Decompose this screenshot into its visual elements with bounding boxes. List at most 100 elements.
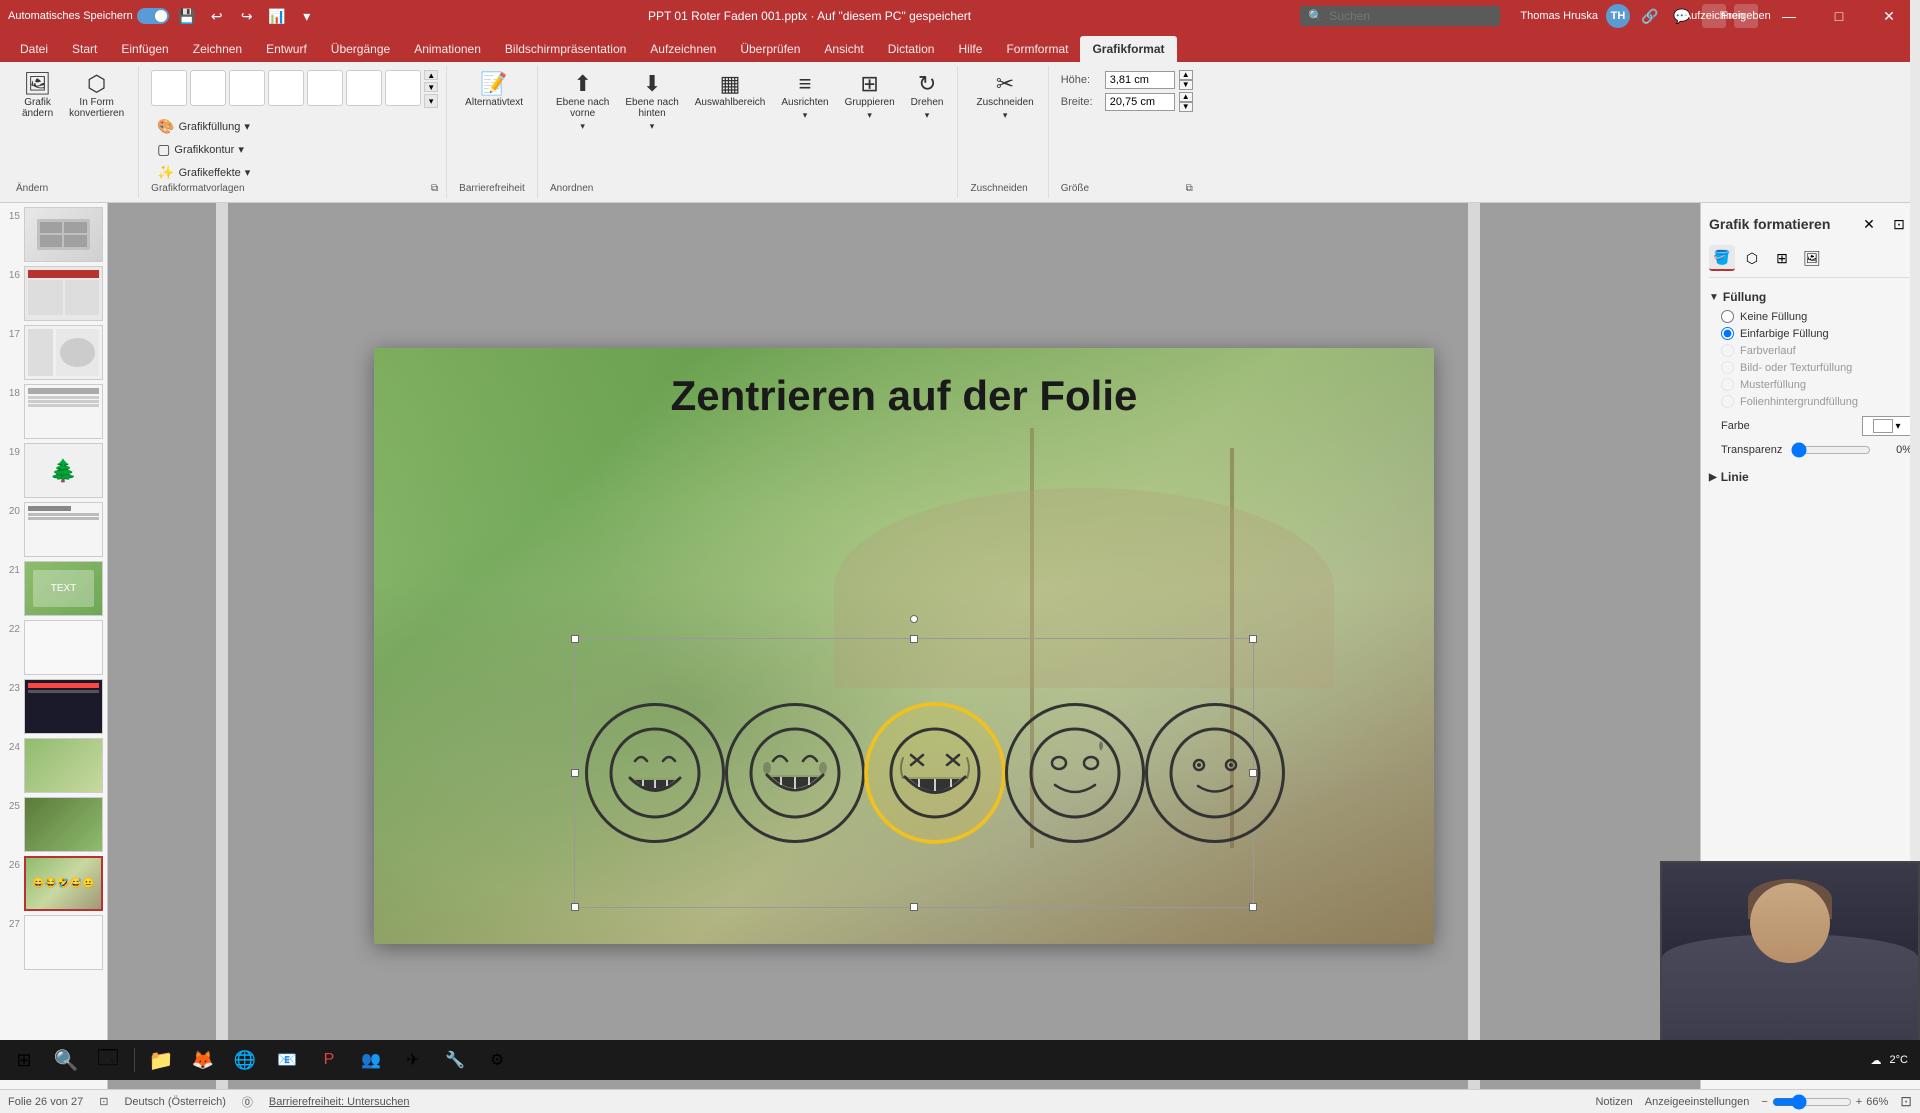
emoji-5[interactable] — [1145, 703, 1285, 843]
in-form-konvertieren-button[interactable]: ⬡ In Formkonvertieren — [63, 70, 130, 122]
tab-hilfe[interactable]: Hilfe — [946, 36, 994, 62]
tab-aufzeichnen[interactable]: Aufzeichnen — [638, 36, 728, 62]
taskbar-teams-button[interactable]: 👥 — [351, 1040, 391, 1080]
color-dropdown-arrow[interactable]: ▾ — [1895, 421, 1900, 432]
taskbar-powerpoint-button[interactable]: P — [309, 1040, 349, 1080]
slide-thumb-15[interactable]: 15 — [4, 207, 103, 262]
folie-option[interactable]: Folienhintergrundfüllung — [1721, 393, 1912, 410]
shape-preset-6[interactable] — [346, 70, 382, 106]
slide-thumb-16[interactable]: 16 — [4, 266, 103, 321]
slide-thumb-22[interactable]: 22 — [4, 620, 103, 675]
redo-icon[interactable]: ↪ — [235, 4, 259, 28]
width-up[interactable]: ▲ — [1179, 92, 1193, 102]
tab-animationen[interactable]: Animationen — [402, 36, 493, 62]
handle-bottom-center[interactable] — [910, 903, 918, 911]
drehen-button[interactable]: ↻ Drehen ▾ — [905, 70, 950, 124]
left-scroll[interactable] — [216, 203, 228, 1089]
close-button[interactable]: ✕ — [1866, 0, 1912, 32]
slide-img-15[interactable] — [24, 207, 103, 262]
slide-thumb-24[interactable]: 24 — [4, 738, 103, 793]
bild-option[interactable]: Bild- oder Texturfüllung — [1721, 359, 1912, 376]
slide-img-21[interactable]: TEXT — [24, 561, 103, 616]
slide-thumb-19[interactable]: 19 🌲 — [4, 443, 103, 498]
taskbar-search-button[interactable]: 🔍 — [46, 1040, 86, 1080]
slide-thumb-20[interactable]: 20 — [4, 502, 103, 557]
handle-bottom-left[interactable] — [571, 903, 579, 911]
width-input[interactable] — [1105, 93, 1175, 111]
shape-preset-1[interactable] — [151, 70, 187, 106]
farbverlauf-option[interactable]: Farbverlauf — [1721, 342, 1912, 359]
tab-zeichnen[interactable]: Zeichnen — [181, 36, 254, 62]
emojis-container[interactable] — [574, 638, 1254, 908]
slide-img-18[interactable] — [24, 384, 103, 439]
fit-btn[interactable]: ⊡ — [1900, 1093, 1912, 1110]
panel-move-button[interactable]: ⊡ — [1886, 211, 1912, 237]
zoom-out-btn[interactable]: − — [1761, 1096, 1767, 1108]
groesse-expand[interactable]: ⧉ — [1186, 183, 1193, 194]
tab-grafikformat[interactable]: Grafikformat — [1080, 36, 1176, 62]
emoji-3[interactable] — [865, 703, 1005, 843]
taskbar-widgets-button[interactable]: 🗔 — [88, 1040, 128, 1080]
height-up[interactable]: ▲ — [1179, 70, 1193, 80]
tab-formformat[interactable]: Formformat — [994, 36, 1080, 62]
slide-thumb-21[interactable]: 21 TEXT — [4, 561, 103, 616]
shape-preset-2[interactable] — [190, 70, 226, 106]
handle-top-right[interactable] — [1249, 635, 1257, 643]
user-avatar[interactable]: TH — [1606, 4, 1630, 28]
shape-preset-3[interactable] — [229, 70, 265, 106]
slide-img-20[interactable] — [24, 502, 103, 557]
rotate-handle[interactable] — [910, 615, 918, 623]
handle-top-left[interactable] — [571, 635, 579, 643]
slide-img-25[interactable] — [24, 797, 103, 852]
taskbar-chrome-button[interactable]: 🌐 — [225, 1040, 265, 1080]
display-settings-label[interactable]: Anzeigeeinstellungen — [1645, 1096, 1750, 1108]
slide-img-23[interactable] — [24, 679, 103, 734]
accessibility-label[interactable]: Barrierefreiheit: Untersuchen — [269, 1096, 410, 1108]
taskbar-outlook-button[interactable]: 📧 — [267, 1040, 307, 1080]
slide-img-24[interactable] — [24, 738, 103, 793]
tab-uebergaenge[interactable]: Übergänge — [319, 36, 402, 62]
gruppieren-button[interactable]: ⊞ Gruppieren ▾ — [839, 70, 901, 124]
preset-up[interactable]: ▲ — [424, 70, 438, 80]
search-input[interactable] — [1329, 9, 1489, 23]
grafikkontur-button[interactable]: ▢ Grafikkontur ▾ — [151, 139, 256, 160]
slide-img-26[interactable]: 😄😂🤣😅😐 — [24, 856, 103, 911]
grafikfuellung-button[interactable]: 🎨 Grafikfüllung ▾ — [151, 116, 256, 137]
slide-thumb-17[interactable]: 17 — [4, 325, 103, 380]
emoji-2[interactable] — [725, 703, 865, 843]
ausrichten-button[interactable]: ≡ Ausrichten ▾ — [775, 70, 834, 124]
keine-fuellung-option[interactable]: Keine Füllung — [1721, 308, 1912, 325]
undo-icon[interactable]: ↩ — [205, 4, 229, 28]
tab-datei[interactable]: Datei — [8, 36, 60, 62]
shape-preset-7[interactable] — [385, 70, 421, 106]
fuellung-header[interactable]: ▼ Füllung — [1709, 286, 1912, 308]
panel-close-button[interactable]: ✕ — [1856, 211, 1882, 237]
zuschneiden-button[interactable]: ✂ Zuschneiden ▾ — [970, 70, 1039, 124]
slide-img-27[interactable] — [24, 915, 103, 970]
panel-icon-table[interactable]: ⊞ — [1769, 245, 1795, 271]
more-icon[interactable]: ▾ — [295, 4, 319, 28]
zoom-slider[interactable] — [1772, 1094, 1852, 1110]
taskbar-misc-2[interactable]: ⚙ — [477, 1040, 517, 1080]
panel-icon-fill[interactable]: 🪣 — [1709, 245, 1735, 271]
tab-praesentation[interactable]: Bildschirmpräsentation — [493, 36, 638, 62]
emoji-4[interactable] — [1005, 703, 1145, 843]
handle-top-center[interactable] — [910, 635, 918, 643]
handle-mid-left[interactable] — [571, 769, 579, 777]
share-btn[interactable]: Freigeben — [1734, 4, 1758, 28]
auswahlbereich-button[interactable]: ▦ Auswahlbereich — [689, 70, 772, 111]
tab-ansicht[interactable]: Ansicht — [812, 36, 875, 62]
taskbar-misc-1[interactable]: 🔧 — [435, 1040, 475, 1080]
panel-icon-shape[interactable]: ⬡ — [1739, 245, 1765, 271]
taskbar-start-button[interactable]: ⊞ — [4, 1040, 44, 1080]
height-down[interactable]: ▼ — [1179, 80, 1193, 90]
preset-down[interactable]: ▼ — [424, 82, 438, 92]
ebene-hinten-button[interactable]: ⬇ Ebene nachhinten ▾ — [619, 70, 684, 135]
maximize-button[interactable]: □ — [1816, 0, 1862, 32]
notes-label[interactable]: Notizen — [1595, 1096, 1632, 1108]
share-icon[interactable]: 🔗 — [1638, 4, 1662, 28]
auto-save-toggle[interactable] — [137, 8, 169, 24]
slide-thumb-26[interactable]: 26 😄😂🤣😅😐 — [4, 856, 103, 911]
emoji-1[interactable] — [585, 703, 725, 843]
tab-ueberpruefen[interactable]: Überprüfen — [728, 36, 812, 62]
